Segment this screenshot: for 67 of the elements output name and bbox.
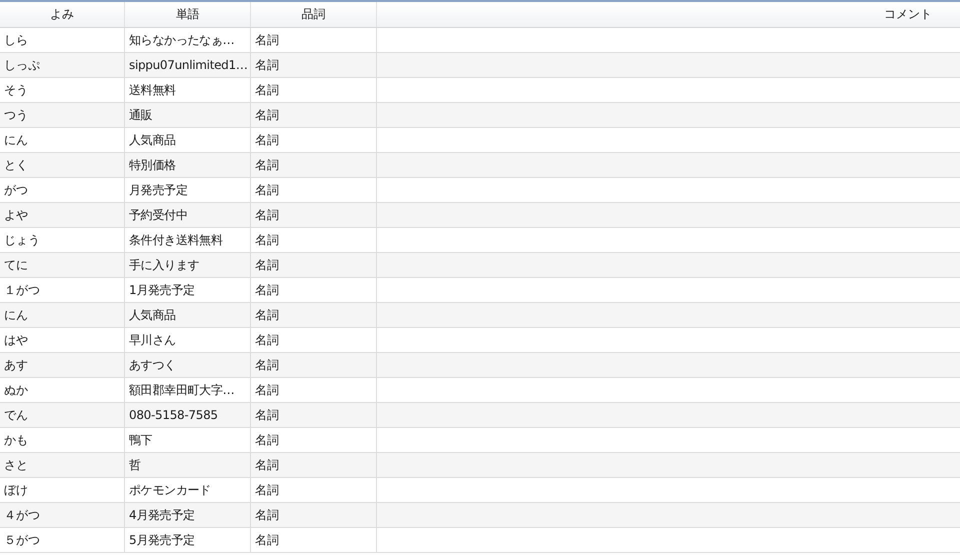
table-cell: 5月発売予定 [125, 528, 251, 552]
table-cell: 名詞 [251, 53, 377, 77]
table-cell: 名詞 [251, 328, 377, 352]
table-cell: しら [0, 28, 125, 52]
table-cell: あす [0, 353, 125, 377]
table-cell: 名詞 [251, 78, 377, 102]
table-cell: 080-5158-7585 [125, 403, 251, 427]
table-cell: 特別価格 [125, 153, 251, 177]
table-cell: じょう [0, 228, 125, 252]
table-cell: がつ [0, 178, 125, 202]
table-cell: 名詞 [251, 103, 377, 127]
table-cell: 名詞 [251, 528, 377, 552]
table-cell: 名詞 [251, 503, 377, 527]
table-cell: 通販 [125, 103, 251, 127]
table-cell: 手に入ります [125, 253, 251, 277]
table-cell: 条件付き送料無料 [125, 228, 251, 252]
table-cell: 予約受付中 [125, 203, 251, 227]
column-header[interactable]: 単語 [125, 2, 251, 27]
table-cell: 名詞 [251, 228, 377, 252]
table-cell: しっぷ [0, 53, 125, 77]
table-cell: 名詞 [251, 128, 377, 152]
table-cell: 名詞 [251, 303, 377, 327]
table-cell: 名詞 [251, 278, 377, 302]
table-cell: かも [0, 428, 125, 452]
table-cell: てに [0, 253, 125, 277]
table-cell: そう [0, 78, 125, 102]
table-cell: 1月発売予定 [125, 278, 251, 302]
table-cell: 名詞 [251, 353, 377, 377]
table-cell: 人気商品 [125, 128, 251, 152]
table-cell: sippu07unlimited1… [125, 53, 251, 77]
table-cell: 名詞 [251, 378, 377, 402]
table-cell: さと [0, 453, 125, 477]
table-cell: よや [0, 203, 125, 227]
table-cell: 名詞 [251, 428, 377, 452]
table-cell: 名詞 [251, 28, 377, 52]
table-cell: 送料無料 [125, 78, 251, 102]
table-cell: あすつく [125, 353, 251, 377]
table-cell: ぼけ [0, 478, 125, 502]
column-header[interactable]: コメント [377, 2, 960, 27]
table-cell: 早川さん [125, 328, 251, 352]
table-cell: １がつ [0, 278, 125, 302]
table-cell: 額田郡幸田町大字… [125, 378, 251, 402]
table-cell: とく [0, 153, 125, 177]
column-header[interactable]: 品詞 [251, 2, 377, 27]
table-cell: 名詞 [251, 253, 377, 277]
table-cell: つう [0, 103, 125, 127]
table-cell: 月発売予定 [125, 178, 251, 202]
table-cell: 鴨下 [125, 428, 251, 452]
table-cell: はや [0, 328, 125, 352]
table-cell: 知らなかったなぁ… [125, 28, 251, 52]
table-cell: ４がつ [0, 503, 125, 527]
table-cell: 名詞 [251, 478, 377, 502]
table-cell: にん [0, 128, 125, 152]
table-cell: ポケモンカード [125, 478, 251, 502]
table-cell: 4月発売予定 [125, 503, 251, 527]
table-cell: でん [0, 403, 125, 427]
table-cell: ５がつ [0, 528, 125, 552]
column-header[interactable]: よみ [0, 2, 125, 27]
table-cell: 名詞 [251, 153, 377, 177]
table-cell: 名詞 [251, 203, 377, 227]
table-cell: 名詞 [251, 403, 377, 427]
table-cell: 名詞 [251, 178, 377, 202]
table-cell: 人気商品 [125, 303, 251, 327]
table-cell: 名詞 [251, 453, 377, 477]
table-cell: ぬか [0, 378, 125, 402]
table-cell: にん [0, 303, 125, 327]
table-cell: 哲 [125, 453, 251, 477]
